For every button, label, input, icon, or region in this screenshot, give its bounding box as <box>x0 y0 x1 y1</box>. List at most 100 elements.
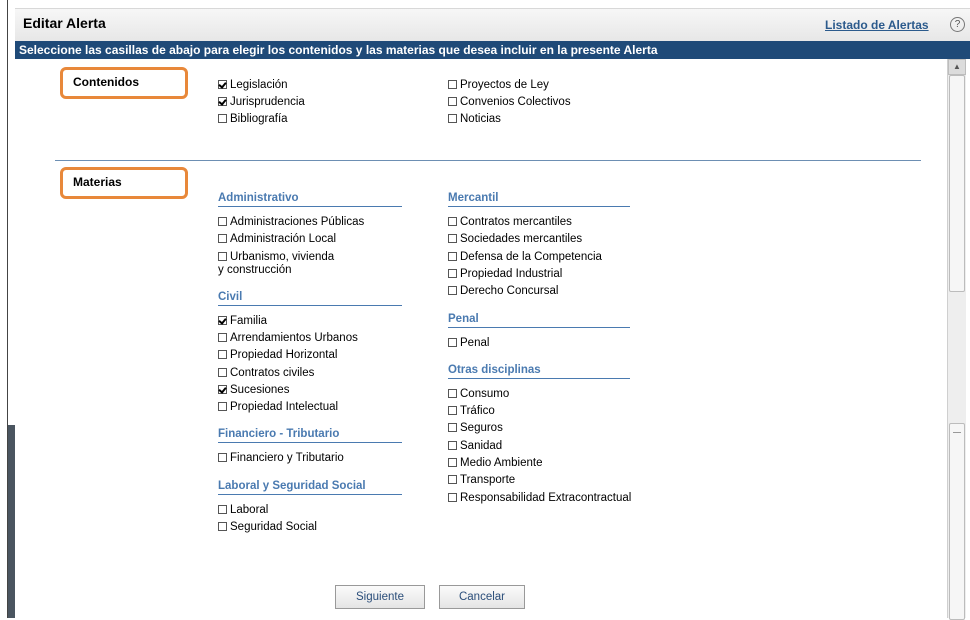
checkbox-label: Transporte <box>460 474 516 487</box>
checkbox-item[interactable]: Penal <box>448 337 489 350</box>
alert-list-link[interactable]: Listado de Alertas <box>825 18 929 32</box>
checkbox[interactable] <box>448 234 457 244</box>
materias-box: Materias <box>60 167 188 199</box>
checkbox-item[interactable]: Urbanismo, vivienda y construcción <box>218 251 334 277</box>
checkbox-label: Seguros <box>460 422 503 435</box>
checkbox-label: Noticias <box>460 113 501 125</box>
category-heading: Mercantil <box>448 192 630 207</box>
checkbox[interactable] <box>448 251 457 261</box>
checkbox-item[interactable]: Sanidad <box>448 440 502 453</box>
checkbox[interactable] <box>448 475 457 485</box>
checkbox-item[interactable]: Convenios Colectivos <box>448 96 571 109</box>
checkbox[interactable] <box>218 332 227 342</box>
content-area: Contenidos Legislación Jurisprudencia Bibl… <box>15 59 970 618</box>
checkbox-item[interactable]: Propiedad Intelectual <box>218 401 338 414</box>
checkbox-item[interactable]: Sociedades mercantiles <box>448 233 582 246</box>
checkbox-item[interactable]: Seguridad Social <box>218 521 317 534</box>
checkbox[interactable] <box>448 286 457 296</box>
checkbox[interactable] <box>218 522 227 531</box>
checkbox[interactable] <box>218 251 227 261</box>
checkbox[interactable] <box>218 402 227 412</box>
scroll-thumb[interactable] <box>949 75 965 292</box>
checkbox-item[interactable]: Arrendamientos Urbanos <box>218 332 358 345</box>
checkbox-item[interactable]: Legislación <box>218 79 288 92</box>
checkbox-item[interactable]: Contratos civiles <box>218 367 314 380</box>
checkbox-checked[interactable] <box>218 315 227 325</box>
scroll-up-icon[interactable]: ▲ <box>948 59 966 75</box>
checkbox-label: Propiedad Horizontal <box>230 349 338 362</box>
checkbox-label: Medio Ambiente <box>460 457 543 469</box>
checkbox-item[interactable]: Sucesiones <box>218 384 289 397</box>
checkbox-item[interactable]: Administraciones Públicas <box>218 216 364 229</box>
checkbox-label: Bibliografía <box>230 113 288 125</box>
contenidos-label: Contenidos <box>73 75 139 89</box>
checkbox-item[interactable]: Propiedad Industrial <box>448 268 562 281</box>
checkbox-label: Legislación <box>230 79 288 91</box>
checkbox[interactable] <box>448 492 457 502</box>
checkbox-label: Tráfico <box>460 405 495 418</box>
checkbox[interactable] <box>448 440 457 450</box>
checkbox-item[interactable]: Noticias <box>448 113 501 126</box>
checkbox[interactable] <box>448 80 457 89</box>
checkbox[interactable] <box>448 268 457 278</box>
checkbox-item[interactable]: Laboral <box>218 504 268 517</box>
materias-label: Materias <box>73 175 122 189</box>
checkbox-label: Laboral <box>230 503 269 516</box>
checkbox-item[interactable]: Proyectos de Ley <box>448 79 549 92</box>
checkbox[interactable] <box>448 423 457 433</box>
checkbox-label: Convenios Colectivos <box>460 96 571 108</box>
checkbox[interactable] <box>218 114 227 123</box>
checkbox-item[interactable]: Derecho Concursal <box>448 285 558 298</box>
checkbox[interactable] <box>218 234 227 244</box>
category-heading: Laboral y Seguridad Social <box>218 480 402 495</box>
category-heading: Penal <box>448 313 630 328</box>
checkbox-item[interactable]: Seguros <box>448 422 503 435</box>
checkbox-label: Penal <box>460 336 490 349</box>
checkbox-item[interactable]: Propiedad Horizontal <box>218 349 337 362</box>
checkbox-item[interactable]: Bibliografía <box>218 113 288 126</box>
checkbox-item[interactable]: Financiero y Tributario <box>218 452 344 465</box>
checkbox[interactable] <box>218 453 227 463</box>
checkbox-label: Propiedad Intelectual <box>230 401 339 414</box>
checkbox-label: Defensa de la Competencia <box>460 250 602 263</box>
checkbox[interactable] <box>448 217 457 226</box>
checkbox-checked[interactable] <box>218 80 227 89</box>
checkbox-item[interactable]: Jurisprudencia <box>218 96 305 109</box>
checkbox-label: Administración Local <box>230 233 337 246</box>
checkbox-item[interactable]: Tráfico <box>448 405 495 418</box>
scroll-thumb-lower[interactable] <box>949 423 965 620</box>
help-icon[interactable]: ? <box>950 17 965 32</box>
checkbox-label: Seguridad Social <box>230 521 317 533</box>
checkbox[interactable] <box>448 458 457 467</box>
checkbox-label: Sociedades mercantiles <box>460 233 583 246</box>
contenidos-box: Contenidos <box>60 67 188 99</box>
checkbox[interactable] <box>448 388 457 398</box>
checkbox[interactable] <box>448 97 457 106</box>
checkbox-item[interactable]: Contratos mercantiles <box>448 216 572 229</box>
scrollbar[interactable]: ▲ <box>947 59 966 620</box>
checkbox[interactable] <box>448 114 457 123</box>
checkbox-label: Arrendamientos Urbanos <box>230 331 358 344</box>
checkbox-item[interactable]: Consumo <box>448 388 509 401</box>
checkbox-item[interactable]: Responsabilidad Extracontractual <box>448 492 631 505</box>
checkbox-item[interactable]: Transporte <box>448 474 515 487</box>
checkbox-item[interactable]: Familia <box>218 315 267 328</box>
checkbox[interactable] <box>218 217 227 226</box>
checkbox-item[interactable]: Defensa de la Competencia <box>448 251 602 264</box>
checkbox-label: Contratos civiles <box>230 366 315 379</box>
checkbox-item[interactable]: Administración Local <box>218 233 336 246</box>
checkbox[interactable] <box>448 406 457 416</box>
checkbox-label: Responsabilidad Extracontractual <box>460 491 632 504</box>
checkbox-checked[interactable] <box>218 97 227 106</box>
checkbox-item[interactable]: Medio Ambiente <box>448 457 542 470</box>
checkbox[interactable] <box>218 350 227 360</box>
dialog-window: Editar Alerta Listado de Alertas ? Selec… <box>15 8 970 620</box>
checkbox-label: Proyectos de Ley <box>460 79 549 91</box>
next-button[interactable]: Siguiente <box>335 585 425 609</box>
checkbox[interactable] <box>218 504 227 514</box>
checkbox[interactable] <box>218 367 227 377</box>
checkbox-checked[interactable] <box>218 384 227 394</box>
checkbox[interactable] <box>448 337 457 347</box>
checkbox-label: Financiero y Tributario <box>230 452 344 465</box>
cancel-button[interactable]: Cancelar <box>439 585 525 609</box>
